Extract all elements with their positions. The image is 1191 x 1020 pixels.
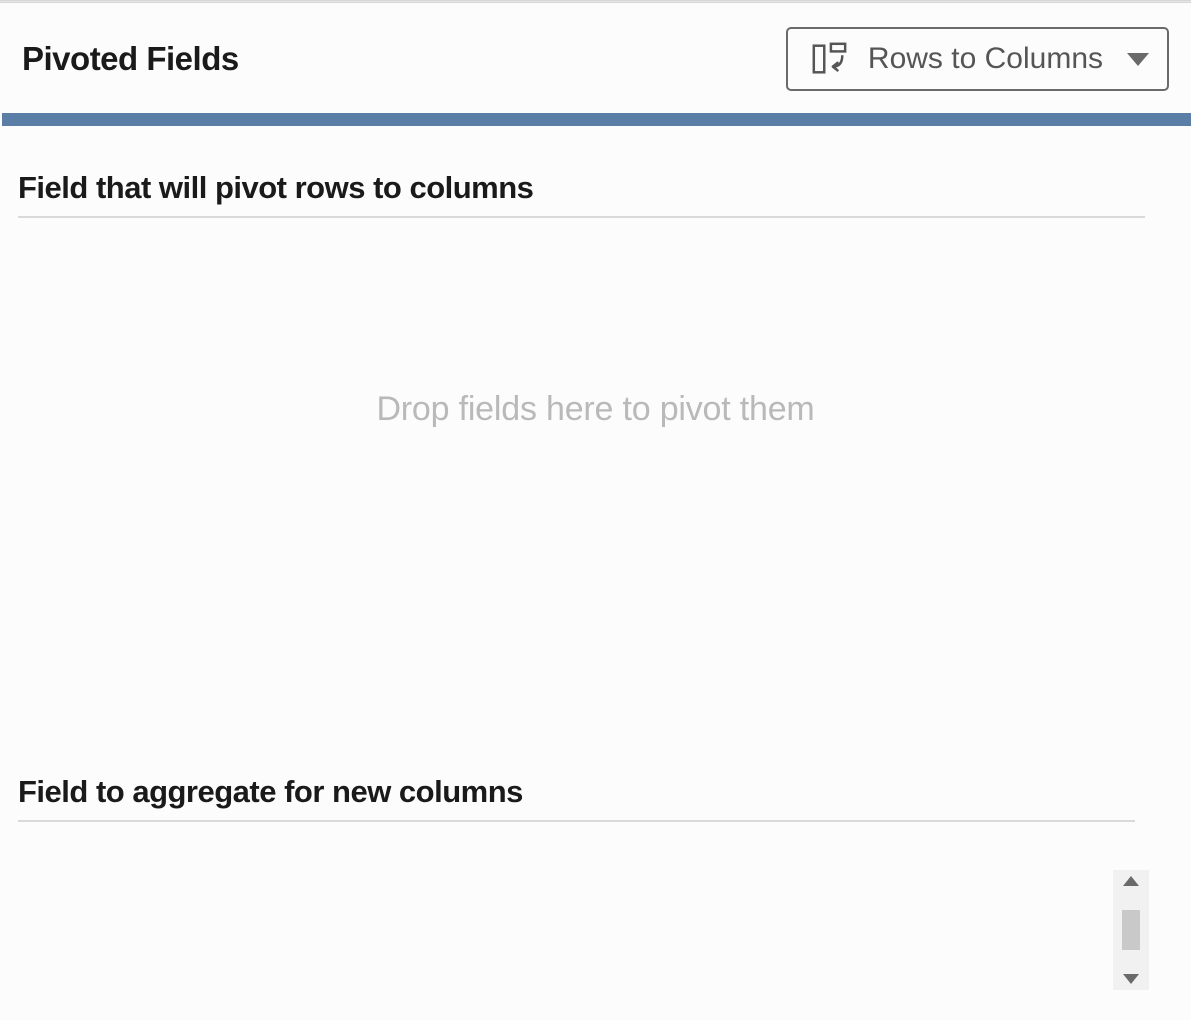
rows-to-columns-icon — [810, 40, 848, 78]
pivoted-fields-panel: Pivoted Fields Rows to Columns Field tha… — [0, 0, 1191, 1020]
scroll-down-icon[interactable] — [1123, 974, 1139, 984]
pivot-mode-dropdown[interactable]: Rows to Columns — [786, 27, 1169, 91]
pivot-field-section: Field that will pivot rows to columns Dr… — [0, 126, 1191, 774]
aggregate-field-heading: Field to aggregate for new columns — [18, 774, 1135, 822]
panel-header: Pivoted Fields Rows to Columns — [0, 3, 1191, 113]
pivot-field-heading: Field that will pivot rows to columns — [18, 170, 1145, 218]
scroll-up-icon[interactable] — [1123, 876, 1139, 886]
drop-zone-placeholder: Drop fields here to pivot them — [376, 390, 814, 429]
vertical-scrollbar[interactable] — [1113, 870, 1149, 990]
chevron-down-icon — [1127, 53, 1149, 66]
accent-bar — [2, 113, 1191, 126]
pivot-mode-label: Rows to Columns — [862, 42, 1109, 76]
pivot-field-drop-zone[interactable]: Drop fields here to pivot them — [18, 218, 1173, 774]
panel-title: Pivoted Fields — [22, 40, 239, 78]
scrollbar-thumb[interactable] — [1122, 910, 1140, 950]
aggregate-field-section: Field to aggregate for new columns — [0, 774, 1191, 822]
